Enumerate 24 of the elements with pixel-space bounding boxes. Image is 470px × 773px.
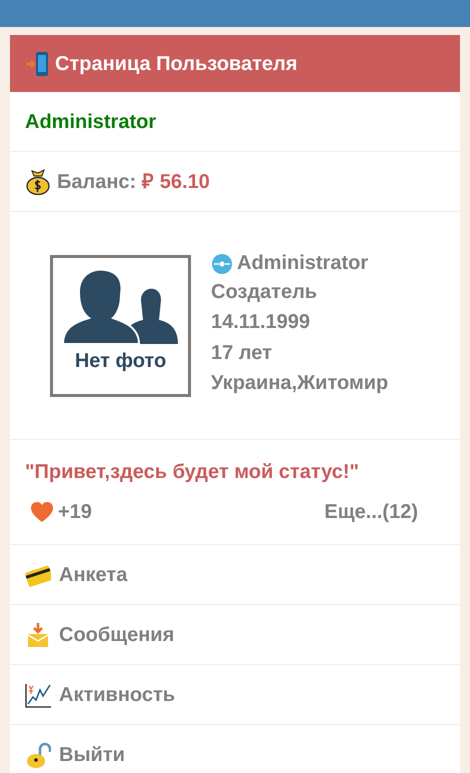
profile-age: 17 лет bbox=[211, 342, 272, 364]
menu-link[interactable]: Активность bbox=[25, 680, 176, 710]
header-title: Страница Пользователя bbox=[55, 52, 298, 76]
profile-birthdate: 14.11.1999 bbox=[211, 311, 310, 334]
like-count: +19 bbox=[58, 500, 92, 525]
status-text: "Привет,здесь будет мой статус!" bbox=[25, 461, 360, 483]
heart-icon bbox=[30, 501, 54, 523]
unlocked-padlock-icon bbox=[25, 742, 51, 768]
balance-label: Баланс: bbox=[57, 170, 136, 194]
username-link[interactable]: Administrator bbox=[25, 106, 156, 136]
profile-name: Administrator bbox=[237, 251, 368, 276]
mail-download-icon bbox=[25, 622, 51, 648]
phone-icon bbox=[25, 50, 51, 76]
money-bag-icon bbox=[25, 168, 51, 194]
disc-icon bbox=[211, 252, 233, 274]
profile-location: Украина,Житомир bbox=[211, 372, 388, 394]
profile-role: Создатель bbox=[211, 280, 318, 303]
photo-caption: Нет фото bbox=[74, 348, 166, 374]
line-chart-icon bbox=[25, 682, 51, 708]
menu-link[interactable]: Выйти bbox=[25, 740, 125, 770]
menu-link[interactable]: Сообщения bbox=[25, 620, 174, 650]
menu-link[interactable]: Анкета bbox=[25, 560, 128, 590]
balance-amount: ₽ 56.10 bbox=[142, 170, 210, 194]
more-link[interactable]: Еще...(12) bbox=[324, 497, 418, 527]
